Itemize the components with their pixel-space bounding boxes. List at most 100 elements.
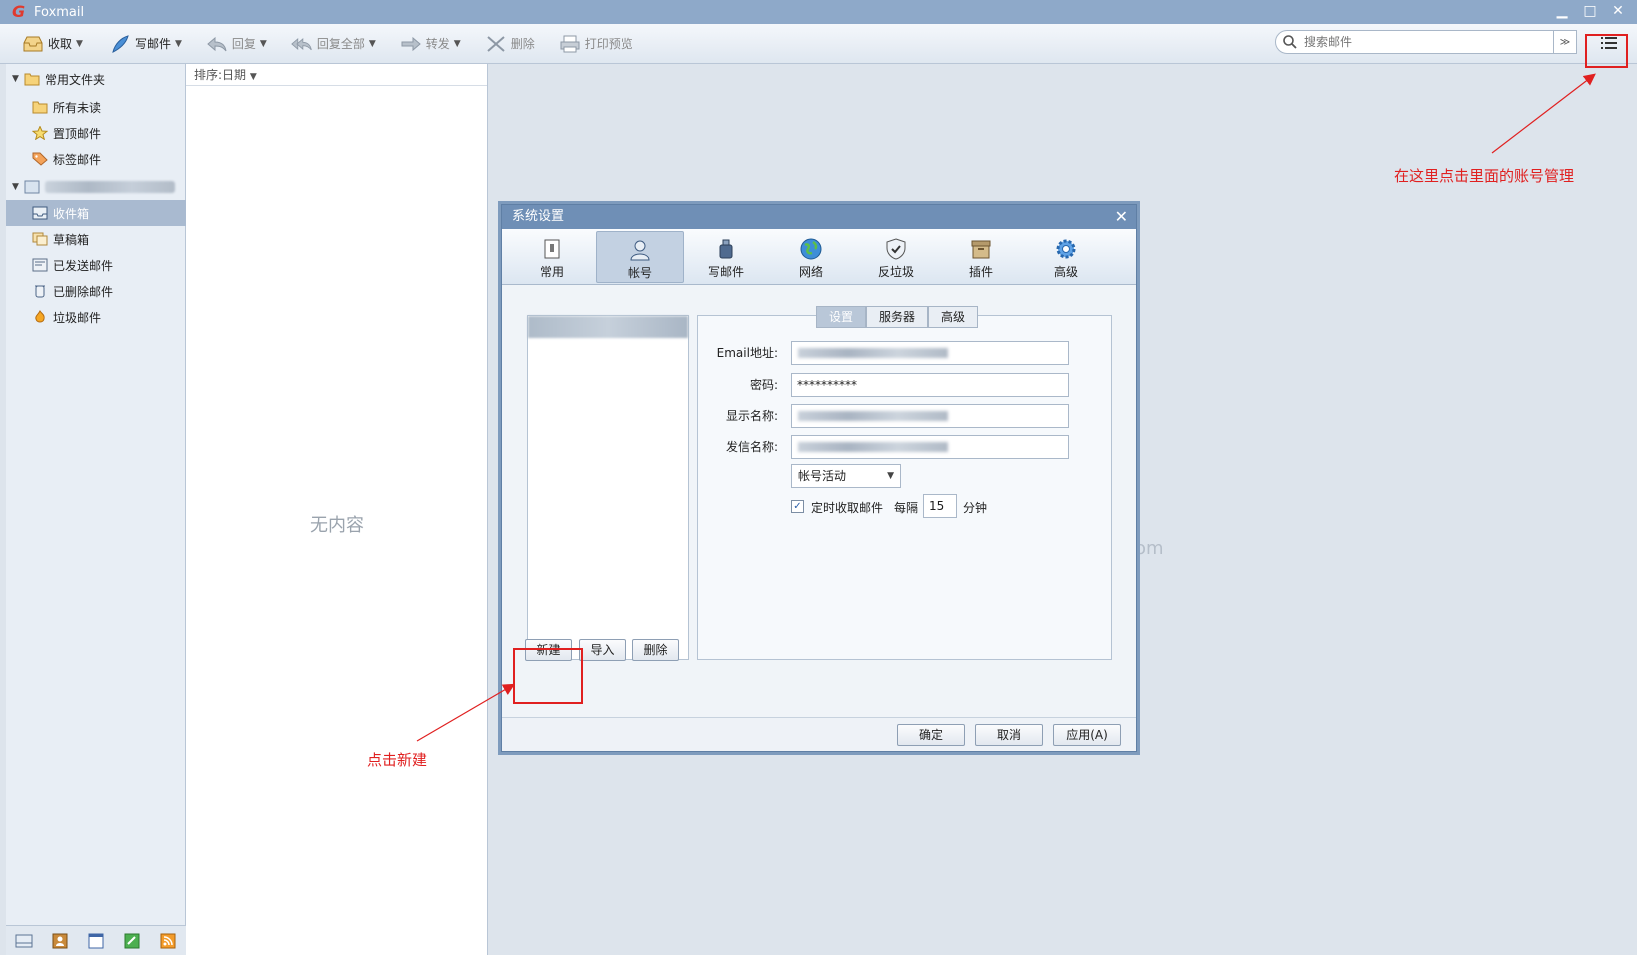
tab-label: 高级 — [1053, 265, 1078, 279]
delete-button[interactable]: 删除 — [479, 29, 541, 59]
interval-input[interactable]: 15 — [923, 494, 957, 518]
junk-fire-icon — [35, 310, 45, 323]
sidebar-item-label: 已发送邮件 — [53, 258, 114, 273]
blurred-account-name — [45, 181, 175, 193]
common-folders-group[interactable]: ▼ 常用文件夹 — [6, 66, 186, 92]
password-field[interactable]: ********** — [791, 373, 1069, 397]
sort-bar[interactable]: 排序:日期 ▼ — [186, 64, 487, 86]
close-button[interactable]: ✕ — [1609, 2, 1627, 20]
subtab-advanced[interactable]: 高级 — [928, 306, 979, 328]
maximize-button[interactable]: □ — [1581, 2, 1599, 20]
receive-button[interactable]: 收取 ▼ — [16, 29, 89, 59]
chevron-down-icon[interactable]: ▼ — [260, 39, 267, 49]
module-switcher — [6, 925, 186, 955]
tab-label: 反垃圾 — [877, 265, 914, 279]
sender-name-field[interactable] — [791, 435, 1069, 459]
delete-label: 删除 — [510, 37, 535, 51]
drafts-icon — [32, 232, 48, 246]
sidebar-item-deleted[interactable]: 已删除邮件 — [6, 278, 186, 304]
reply-button[interactable]: 回复 ▼ — [200, 29, 273, 59]
common-folders-label: 常用文件夹 — [45, 72, 106, 87]
account-status-select[interactable]: 帐号活动 ▼ — [791, 464, 901, 488]
sidebar-item-tagged[interactable]: 标签邮件 — [6, 146, 186, 172]
apply-button[interactable]: 应用(A) — [1053, 724, 1121, 746]
rss-module-icon[interactable] — [159, 933, 177, 949]
tab-compose[interactable]: 写邮件 — [682, 231, 770, 283]
contacts-module-icon[interactable] — [51, 933, 69, 949]
double-chevron-down-icon: ≫ — [1559, 36, 1571, 48]
search-options-button[interactable]: ≫ — [1553, 30, 1577, 54]
tab-antispam[interactable]: 反垃圾 — [852, 231, 940, 283]
annotation-highlight-menu — [1585, 34, 1628, 68]
tab-label: 写邮件 — [707, 265, 744, 279]
expand-arrow-icon[interactable]: ▼ — [12, 182, 24, 192]
chevron-down-icon[interactable]: ▼ — [76, 39, 83, 49]
tab-common[interactable]: 常用 — [508, 231, 596, 283]
minutes-label: 分钟 — [963, 501, 988, 515]
reply-all-label: 回复全部 — [316, 37, 365, 51]
chevron-down-icon[interactable]: ▼ — [175, 39, 182, 49]
sent-icon — [32, 258, 48, 272]
password-label: 密码: — [749, 378, 778, 392]
search-box[interactable] — [1275, 30, 1555, 54]
display-name-field[interactable] — [791, 404, 1069, 428]
scheduled-receive-checkbox[interactable]: ✓ — [791, 500, 804, 513]
annotation-highlight-new — [513, 648, 583, 704]
tab-account[interactable]: 帐号 — [596, 231, 684, 283]
inkwell-icon — [719, 239, 733, 259]
inbox-icon — [32, 206, 48, 220]
dialog-close-icon[interactable]: ✕ — [1115, 205, 1128, 229]
sidebar-item-junk[interactable]: 垃圾邮件 — [6, 304, 186, 330]
dialog-body: 设置 服务器 高级 Email地址: 密码: ********** 显示名称: … — [502, 285, 1136, 725]
sidebar-item-inbox[interactable]: 收件箱 — [6, 200, 186, 226]
cancel-button[interactable]: 取消 — [975, 724, 1043, 746]
print-preview-button[interactable]: 打印预览 — [553, 29, 639, 59]
chevron-down-icon[interactable]: ▼ — [454, 39, 461, 49]
inbox-tray-icon — [23, 36, 43, 51]
import-account-button[interactable]: 导入 — [579, 639, 626, 661]
tab-label: 常用 — [539, 265, 564, 279]
notes-module-icon[interactable] — [123, 933, 141, 949]
tab-advanced[interactable]: 高级 — [1022, 231, 1110, 283]
dialog-tab-bar: 常用 帐号 写邮件 网络 反垃圾 插件 高级 — [502, 229, 1136, 285]
dialog-title-bar: 系统设置 ✕ — [502, 205, 1136, 229]
chevron-down-icon[interactable]: ▼ — [369, 39, 376, 49]
list-item[interactable] — [528, 316, 688, 338]
sidebar-item-all-unread[interactable]: 所有未读 — [6, 94, 186, 120]
trash-can-icon — [35, 285, 45, 298]
mail-module-icon[interactable] — [15, 933, 33, 949]
sidebar-item-drafts[interactable]: 草稿箱 — [6, 226, 186, 252]
email-field[interactable] — [791, 341, 1069, 365]
subtab-settings[interactable]: 设置 — [816, 306, 867, 328]
subtab-server[interactable]: 服务器 — [866, 306, 929, 328]
sidebar-item-label: 所有未读 — [53, 100, 102, 115]
reply-label: 回复 — [231, 37, 256, 51]
every-label: 每隔 — [894, 501, 919, 515]
reply-all-button[interactable]: 回复全部 ▼ — [285, 29, 382, 59]
delete-account-button[interactable]: 删除 — [632, 639, 679, 661]
forward-button[interactable]: 转发 ▼ — [394, 29, 467, 59]
tab-plugins[interactable]: 插件 — [937, 231, 1025, 283]
account-list[interactable] — [527, 315, 689, 660]
search-input[interactable] — [1304, 35, 1524, 49]
main-toolbar: 收取▼ 写邮件 ▼ 回复 ▼ 回复全部 ▼ 转发▼ 删除 打印预览 ≫ — [0, 24, 1637, 64]
expand-arrow-icon[interactable]: ▼ — [12, 74, 24, 84]
sort-label: 排序:日期 — [194, 68, 247, 82]
compose-button[interactable]: 写邮件 ▼ — [103, 29, 188, 59]
minimize-button[interactable]: ▁ — [1553, 2, 1571, 20]
compose-label: 写邮件 — [134, 37, 171, 51]
sidebar-item-label: 垃圾邮件 — [53, 310, 102, 325]
sidebar-item-label: 收件箱 — [53, 206, 90, 221]
chevron-down-icon: ▼ — [249, 72, 257, 82]
scissors-delete-icon — [487, 35, 505, 52]
sidebar-item-pinned[interactable]: 置顶邮件 — [6, 120, 186, 146]
sidebar-item-sent[interactable]: 已发送邮件 — [6, 252, 186, 278]
tab-network[interactable]: 网络 — [767, 231, 855, 283]
account-group[interactable]: ▼ — [6, 174, 186, 200]
reply-arrow-icon — [207, 36, 227, 51]
calendar-module-icon[interactable] — [87, 933, 105, 949]
ok-button[interactable]: 确定 — [897, 724, 965, 746]
print-preview-label: 打印预览 — [584, 37, 633, 51]
star-icon — [32, 126, 48, 140]
annotation-text-menu: 在这里点击里面的账号管理 — [1394, 167, 1575, 185]
